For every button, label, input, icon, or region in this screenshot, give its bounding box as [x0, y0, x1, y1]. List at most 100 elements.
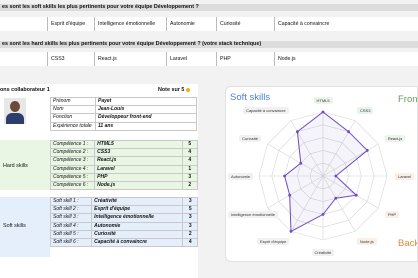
collaborator-panel: ons collaborateur 1 Note sur 5 Prénom Pay…	[0, 84, 199, 278]
hard-option[interactable]: Node.js	[274, 52, 418, 66]
radar-axis-label: CSS3	[357, 106, 374, 114]
skill-value[interactable]: Curiosité	[91, 229, 184, 239]
skill-value[interactable]: Capacité à convaincre	[91, 237, 184, 248]
question-hard-skills: es sont les hard skills les plus pertine…	[0, 41, 418, 48]
radar-panel: Soft skills Front Back- HTML5CSS3React.j…	[225, 86, 418, 262]
soft-skills-table: Soft skill 1 : Créativité 3 Soft skill 2 :…	[49, 196, 198, 248]
skill-key: Soft skill 4 :	[49, 221, 93, 231]
radar-data-point	[289, 230, 293, 233]
radar-data-point	[321, 110, 325, 114]
skill-value[interactable]: Esprit d'équipe	[91, 205, 184, 215]
table-row: Soft skill 6 : Capacité à convaincre 4	[49, 237, 198, 248]
skill-score[interactable]: 2	[182, 229, 198, 239]
identity-row: Prénom Payet	[50, 96, 197, 107]
identity-row: Fonction Développeur front-end	[50, 113, 197, 123]
skill-key: Soft skill 5 :	[49, 229, 93, 239]
skill-score[interactable]: 4	[182, 237, 198, 248]
soft-skills-options-row: Esprit d'équipe Intelligence émotionnell…	[0, 17, 418, 31]
radar-axis-label: Curiosité	[239, 134, 261, 142]
skill-score[interactable]: 2	[181, 180, 199, 191]
identity-row: Expérience totale 11 ans	[50, 121, 197, 131]
skill-key: Soft skill 6 :	[49, 237, 93, 248]
soft-skills-label: Soft skills	[3, 223, 26, 229]
skill-value[interactable]: Autonomie	[91, 221, 184, 231]
skill-value[interactable]: Intelligence émotionnelle	[91, 213, 184, 223]
skill-score[interactable]: 5	[182, 205, 198, 215]
soft-option[interactable]: Esprit d'équipe	[47, 17, 94, 31]
skill-value[interactable]: CSS3	[94, 148, 183, 158]
radar-axis-label: PHP	[384, 210, 400, 218]
skill-score[interactable]: 3	[182, 221, 198, 231]
identity-value[interactable]: Jean-Louis	[95, 105, 197, 115]
collaborator-title: ons collaborateur 1	[0, 87, 50, 93]
identity-value[interactable]: 11 ans	[95, 121, 197, 131]
radar-data-point	[354, 193, 358, 197]
skill-score[interactable]: 3	[182, 213, 198, 223]
soft-option[interactable]: Curiosité	[216, 17, 274, 31]
radar-data-point	[334, 196, 338, 200]
skill-score[interactable]: 4	[181, 156, 199, 166]
skill-score[interactable]: 3	[181, 172, 199, 182]
radar-data-point	[299, 161, 303, 165]
skill-value[interactable]: Créativité	[91, 196, 184, 207]
skill-value[interactable]: Laravel	[94, 164, 183, 174]
identity-table: Prénom Payet Nom Jean-Louis Fonction Dévelo…	[50, 96, 197, 131]
radar-data-point	[321, 213, 325, 216]
question-soft-skills: es sont les soft skills les plus pertine…	[0, 4, 418, 11]
radar-data-point	[283, 174, 286, 178]
skill-score[interactable]: 3	[182, 196, 198, 207]
skill-key: Soft skill 3 :	[49, 213, 93, 223]
radar-data-point	[334, 174, 338, 178]
skill-key: Soft skill 2 :	[49, 205, 93, 215]
skill-key: Compétence 2 :	[49, 148, 96, 158]
identity-key: Nom	[50, 105, 96, 115]
identity-row: Nom Jean-Louis	[50, 105, 197, 115]
options-row-lead	[0, 52, 47, 66]
radar-axis-label: Intelligence émotionnelle	[228, 210, 279, 218]
table-row: Compétence 2 : CSS3 4	[49, 148, 199, 158]
soft-option[interactable]: Intelligence émotionnelle	[94, 17, 166, 31]
skill-score[interactable]: 5	[181, 139, 199, 150]
options-row-lead	[0, 17, 47, 31]
table-row: Soft skill 5 : Curiosité 2	[49, 229, 198, 239]
radar-data-point	[347, 130, 350, 134]
skill-value[interactable]: Node.js	[94, 180, 183, 191]
table-row: Compétence 4 : Laravel 1	[49, 164, 199, 174]
hard-option[interactable]: Laravel	[166, 52, 216, 66]
soft-option[interactable]: Capacité à convaincre	[274, 17, 418, 31]
skill-key: Compétence 1 :	[49, 139, 96, 150]
skill-value[interactable]: HTML5	[94, 139, 183, 150]
soft-option[interactable]: Autonomie	[166, 17, 216, 31]
radar-axis-label: Node.js	[357, 238, 377, 246]
skill-score[interactable]: 1	[181, 164, 199, 174]
radar-data-point	[296, 130, 299, 134]
skill-value[interactable]: PHP	[94, 172, 183, 182]
table-row: Compétence 3 : React.js 4	[49, 156, 199, 166]
radar-axis-label: Esprit d'équipe	[257, 238, 290, 246]
hard-skills-table: Compétence 1 : HTML5 5 Compétence 2 : CSS3 4…	[49, 139, 199, 191]
table-row: Soft skill 3 : Intelligence émotionnelle 3	[49, 213, 198, 223]
hard-skills-label: Hard skills	[3, 163, 28, 169]
radar-axis-label: Laravel	[395, 172, 415, 180]
rating-dot-icon	[186, 87, 191, 92]
identity-value[interactable]: Payet	[95, 96, 197, 107]
radar-axis-label: Créativité	[311, 248, 335, 256]
skill-score[interactable]: 4	[181, 148, 199, 158]
skill-key: Compétence 3 :	[49, 156, 96, 166]
table-row: Soft skill 4 : Autonomie 3	[49, 221, 198, 231]
radar-axis-label: React.js	[384, 134, 406, 142]
hard-option[interactable]: CSS3	[47, 52, 94, 66]
table-row: Compétence 5 : PHP 3	[49, 172, 199, 182]
hard-option[interactable]: PHP	[216, 52, 274, 66]
note-label: Note sur 5	[158, 87, 185, 93]
radar-axis-label: Capacité à convaincre	[243, 106, 289, 114]
radar-data-point	[288, 193, 292, 197]
identity-key: Fonction	[50, 113, 96, 123]
table-row: Soft skill 2 : Esprit d'équipe 5	[49, 205, 198, 215]
skill-value[interactable]: React.js	[94, 156, 183, 166]
skill-key: Compétence 4 :	[49, 164, 96, 174]
skill-key: Compétence 5 :	[49, 172, 96, 182]
avatar-head	[10, 101, 20, 112]
hard-option[interactable]: React.js	[94, 52, 166, 66]
identity-value[interactable]: Développeur front-end	[95, 113, 197, 123]
